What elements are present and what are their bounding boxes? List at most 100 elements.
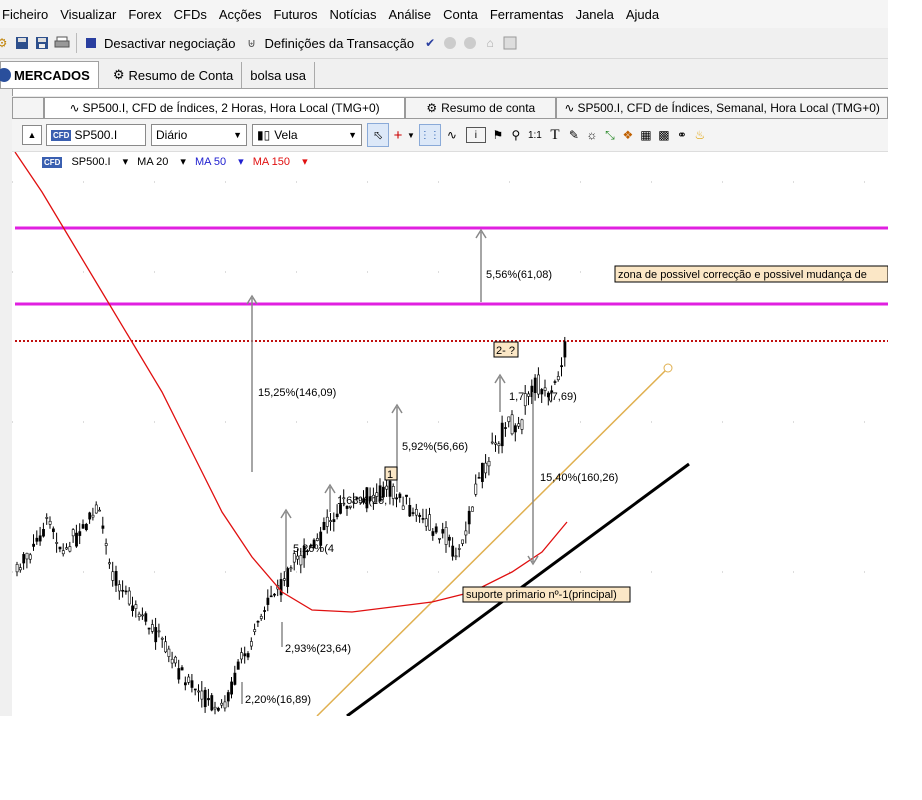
crosshair-icon[interactable]: + [389,127,407,144]
tab-mercados[interactable]: MERCADOS [0,61,99,88]
candle-body [160,637,164,640]
chart-tab-2h[interactable]: ∿ SP500.I, CFD de Índices, 2 Horas, Hora… [43,97,406,118]
fibonacci-icon[interactable]: ☼ [583,128,601,142]
line-tool-icon[interactable]: ⤡ [601,128,619,143]
menu-ficheiro[interactable]: Ficheiro [0,7,57,22]
chart-tab-weekly[interactable]: ∿ SP500.I, CFD de Índices, Semanal, Hora… [556,97,888,118]
candle-body [273,593,276,596]
back-icon[interactable] [442,35,458,51]
timeframe-select[interactable]: Diário ▼ [151,124,247,146]
cursor-icon[interactable]: ⬁ [367,123,389,147]
trendline-handle[interactable] [663,363,673,373]
indicator-icon[interactable]: ▩ [655,128,673,142]
grid-icon[interactable]: ⋮⋮ [418,124,441,146]
candle-body [438,537,441,540]
candle-body [207,698,210,701]
dropdown-arrow-icon: ▼ [348,130,357,140]
candle-body [71,529,75,537]
link-icon[interactable]: ⚭ [673,128,691,142]
save-all-icon[interactable] [34,35,50,51]
eraser-icon[interactable]: ✎ [565,128,583,142]
candle-body [174,656,177,664]
template-icon[interactable]: ▦ [637,128,655,142]
menu-noticias[interactable]: Notícias [328,7,386,22]
candle-body [540,389,544,395]
candle-icon: ▮▯ [257,128,271,142]
menu-analise[interactable]: Análise [387,7,441,22]
dropdown-arrow-icon[interactable]: ▼ [407,131,415,140]
candle-body [507,416,511,422]
chart-style-value: Vela [274,128,298,142]
candle-body [315,538,319,541]
menu-ferramentas[interactable]: Ferramentas [488,7,573,22]
measure-top2: (7,69) [548,391,577,403]
candle-body [517,423,521,427]
stop-trading-icon[interactable] [83,35,99,51]
wave-icon[interactable]: ∿ [441,128,463,142]
candle-body [58,546,62,550]
menu-accoes[interactable]: Acções [217,7,271,22]
chart-canvas[interactable]: 1 2- ? 5,56%(61,08) 15,25%(146,09) 5,92%… [12,152,888,716]
dropdown-arrow-icon: ▼ [233,130,242,140]
menu-conta[interactable]: Conta [441,7,487,22]
chart-style-select[interactable]: ▮▯ Vela ▼ [252,124,362,146]
measure-top: 1,7 [509,391,524,403]
candle-body [111,571,115,581]
candle-body [523,393,527,407]
check-icon[interactable]: ✔ [422,35,438,51]
candle-body [144,613,148,622]
candle-body [560,365,564,368]
info-icon[interactable]: i [465,127,486,143]
menu-janela[interactable]: Janela [574,7,623,22]
collapse-button[interactable]: ▲ [22,125,42,145]
mercados-logo-icon [0,68,11,82]
candle-body [236,661,240,670]
support-label[interactable]: suporte primario nº-1(principal) [466,589,617,601]
candle-body [553,381,557,383]
candle-body [51,528,55,532]
open-icon[interactable]: ⚙ [0,35,10,51]
candle-body [230,681,234,695]
menu-ajuda[interactable]: Ajuda [624,7,668,22]
zoom-icon[interactable]: ⚲ [507,128,525,142]
settings-icon[interactable]: ⊎ [244,35,260,51]
candle-body [533,377,537,394]
menu-futuros[interactable]: Futuros [271,7,326,22]
candle-body [203,689,207,708]
candle-body [424,518,428,527]
menu-forex[interactable]: Forex [126,7,170,22]
candle-body [461,539,465,544]
trendline-orange[interactable] [316,367,669,716]
candle-body [447,536,451,541]
candle-body [154,627,158,643]
symbol-field[interactable]: CFD SP500.I [46,124,146,146]
menu-visualizar[interactable]: Visualizar [58,7,125,22]
candle-body [220,702,224,706]
candle-body [141,614,144,617]
flag-icon[interactable]: ⚑ [489,128,507,142]
channel-icon[interactable]: ❖ [619,128,637,142]
candle-body [401,505,405,510]
chart-tab-blank[interactable] [12,97,44,118]
alert-bell-icon[interactable]: ♨ [691,128,709,142]
tab-bolsa-usa[interactable]: bolsa usa [242,62,315,88]
candle-body [411,512,415,514]
refresh-icon[interactable] [502,35,518,51]
forward-icon[interactable] [462,35,478,51]
disable-trading-button[interactable]: Desactivar negociação [104,36,236,51]
tab-mercados-label: MERCADOS [14,67,90,83]
candle-body [263,610,267,612]
tab-resumo-de-conta[interactable]: ⚙ Resumo de Conta [99,62,243,88]
home-icon[interactable]: ⌂ [482,35,498,51]
print-icon[interactable] [54,35,70,51]
save-icon[interactable] [14,35,30,51]
price-chart[interactable]: CFD SP500.I ▾ MA 20 ▾ MA 50 ▾ MA 150 ▾ 1… [12,152,888,716]
one-to-one-button[interactable]: 1:1 [525,130,545,141]
trade-settings-button[interactable]: Definições da Transacção [265,36,415,51]
candle-body [259,616,263,619]
text-tool-icon[interactable]: T [545,127,565,144]
zone-label[interactable]: zona de possivel correcção e possivel mu… [618,269,867,281]
chart-tabs: ∿ SP500.I, CFD de Índices, 2 Horas, Hora… [12,96,888,119]
chart-tab-resumo[interactable]: ⚙ Resumo de conta [405,97,557,118]
menu-cfds[interactable]: CFDs [172,7,216,22]
